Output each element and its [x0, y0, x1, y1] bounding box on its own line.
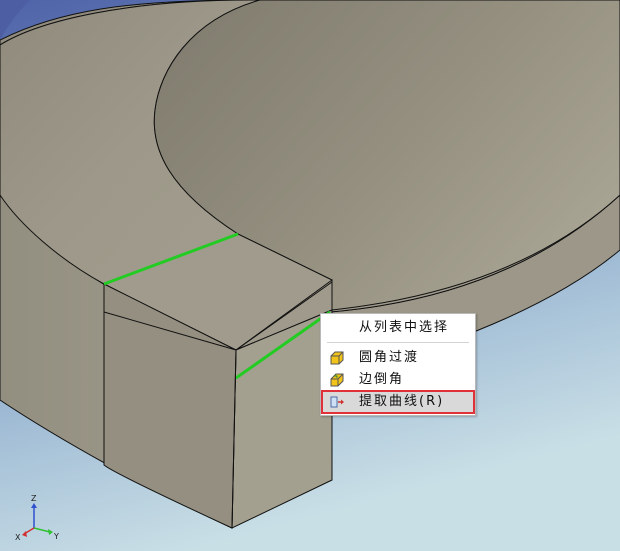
- x-axis-label: X: [15, 533, 21, 542]
- z-axis-label: Z: [31, 494, 37, 503]
- fillet-icon: [330, 351, 344, 365]
- context-menu: 从列表中选择 圆角过渡 边倒角 提取曲线(R): [320, 313, 476, 416]
- menu-item-extract-curve[interactable]: 提取曲线(R): [321, 390, 475, 414]
- menu-separator: [327, 342, 469, 343]
- 3d-viewport[interactable]: Z X Y 从列表中选择 圆角过渡 边倒角 提取曲线(R): [0, 0, 620, 551]
- menu-item-label: 边倒角: [359, 372, 405, 387]
- menu-item-fillet[interactable]: 圆角过渡: [323, 348, 473, 368]
- menu-item-chamfer[interactable]: 边倒角: [323, 370, 473, 390]
- z-axis-arrow: [31, 503, 37, 508]
- menu-item-label: 圆角过渡: [359, 350, 420, 365]
- y-axis-line: [33, 527, 51, 533]
- extract-curve-icon: [330, 396, 344, 408]
- y-axis-arrow: [48, 529, 53, 535]
- menu-item-label: 提取曲线(R): [359, 394, 445, 409]
- y-axis-label: Y: [53, 532, 59, 541]
- menu-header: 从列表中选择: [359, 320, 450, 335]
- chamfer-icon: [330, 373, 344, 387]
- model-scene[interactable]: [0, 0, 620, 551]
- axis-triad: Z X Y: [15, 494, 59, 542]
